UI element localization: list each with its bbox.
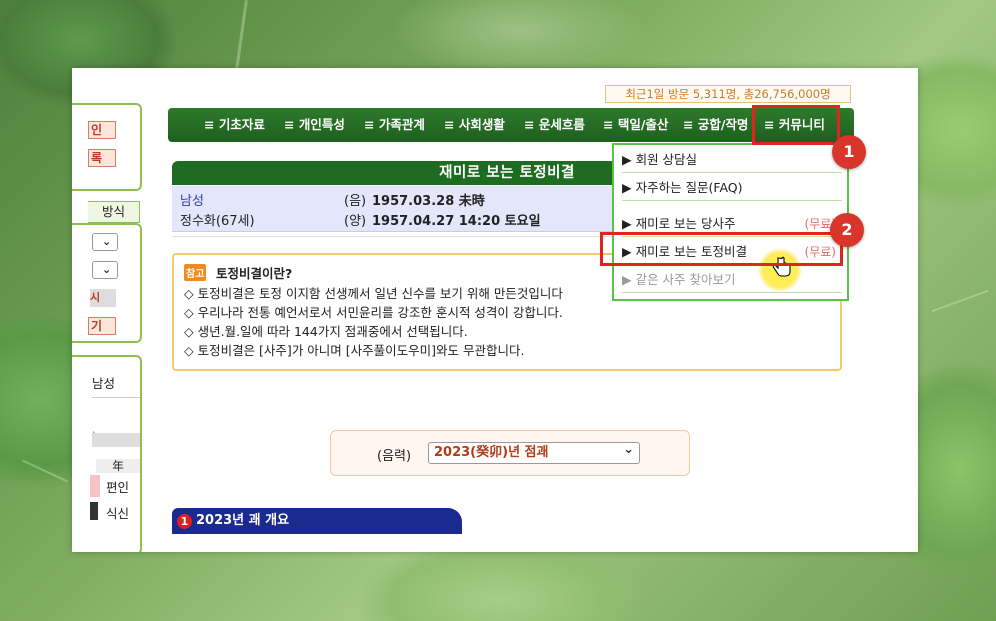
nav-compatibility[interactable]: ≡ 궁합/작명 [683, 108, 748, 142]
sidebar-saju-box: 남성 ) 年 편인 식신 [72, 355, 142, 552]
nav-family[interactable]: ≡ 가족관계 [364, 108, 425, 142]
menu-item-same-saju[interactable]: ▶ 같은 사주 찾아보기 [622, 267, 842, 293]
sidebar-dark-cell [90, 502, 98, 520]
solar-prefix: (양) [344, 214, 367, 229]
nav-basic-data[interactable]: ≡ 기초자료 [204, 108, 265, 142]
year-select[interactable]: 2023(癸卯)년 점괘 ⌄ [428, 442, 640, 464]
sidebar-red-button[interactable]: 시 [90, 289, 116, 307]
chevron-down-icon: ⌄ [102, 263, 112, 276]
sidebar-options-box: 1 ⌄ 2 ⌄ 시 기 [72, 223, 142, 343]
sidebar-button-1[interactable]: 인 [88, 121, 116, 139]
notice-badge: 참고 [184, 264, 207, 281]
nav-social-life[interactable]: ≡ 사회생활 [444, 108, 505, 142]
chevron-down-icon: ⌄ [623, 442, 634, 457]
background-leaf-vein [235, 0, 248, 70]
person-name-age: 정수화(67세) [180, 214, 255, 229]
step-badge-2: 2 [830, 213, 864, 247]
sidebar-open-button[interactable]: 기 [88, 317, 116, 335]
notice-line-2: ◇ 우리나라 전통 예언서로서 서민윤리를 강조한 훈시적 성격이 강합니다. [184, 305, 563, 320]
sidebar-gender: 남성 [92, 376, 116, 391]
notice-line-3: ◇ 생년.월.일에 따라 144가지 점괘중에서 선택됩니다. [184, 324, 468, 339]
person-gender: 남성 [180, 194, 204, 209]
menu-item-faq[interactable]: ▶ 자주하는 질문(FAQ) [622, 175, 842, 201]
sidebar-pink-cell [90, 475, 100, 497]
menu-item-label: ▶ 회원 상담실 [622, 152, 698, 167]
lunar-date: 1957.03.28 未時 [372, 194, 485, 209]
section-title: 2023년 괘 개요 [196, 513, 290, 528]
year-select-value: 2023(癸卯)년 점괘 [434, 445, 549, 460]
page-title: 재미로 보는 토정비결 [172, 161, 622, 185]
menu-item-label: ▶ 같은 사주 찾아보기 [622, 272, 736, 287]
highlight-community [752, 105, 840, 145]
nav-fortune-flow[interactable]: ≡ 운세흐름 [524, 108, 585, 142]
menu-item-label: ▶ 재미로 보는 당사주 [622, 216, 736, 231]
sidebar-login-box: 인 록 [72, 103, 142, 191]
chevron-down-icon: ⌄ [102, 235, 112, 248]
calendar-label: (음력) [377, 449, 412, 464]
sidebar-ten-god-2: 식신 [106, 506, 130, 521]
visitor-counter: 최근1일 방문 5,311명, 총26,756,000명 [605, 85, 851, 103]
notice-heading: 토정비결이란? [216, 266, 293, 281]
highlight-tojeong [600, 232, 843, 266]
notice-line-4: ◇ 토정비결은 [사주]가 아니며 [사주풀이도우미]와도 무관합니다. [184, 343, 525, 358]
sidebar-method-tab[interactable]: 방식 [88, 201, 140, 223]
solar-date: 1957.04.27 14:20 토요일 [372, 214, 541, 229]
sidebar-button-2[interactable]: 록 [88, 149, 116, 167]
section-number: 1 [177, 514, 192, 529]
sidebar-gray-bar [92, 433, 140, 447]
lunar-prefix: (음) [344, 194, 367, 209]
community-dropdown: ▶ 회원 상담실 ▶ 자주하는 질문(FAQ) ▶ 재미로 보는 당사주 (무료… [612, 143, 849, 301]
sidebar-divider [92, 397, 140, 398]
nav-personal-traits[interactable]: ≡ 개인특성 [284, 108, 345, 142]
year-selector-box: (음력) 2023(癸卯)년 점괘 ⌄ [330, 430, 690, 476]
step-badge-1: 1 [832, 135, 866, 169]
menu-item-counsel[interactable]: ▶ 회원 상담실 [622, 147, 842, 173]
sidebar-year-label: 年 [96, 459, 140, 473]
menu-item-label: ▶ 자주하는 질문(FAQ) [622, 180, 743, 195]
nav-date-birth[interactable]: ≡ 택일/출산 [603, 108, 668, 142]
background-leaf-vein [21, 459, 69, 483]
browser-screenshot: 인 록 방식 1 ⌄ 2 ⌄ 시 기 남성 ) 年 편인 식신 최근1일 방문 … [72, 68, 918, 552]
background-leaf-vein [931, 289, 989, 313]
notice-line-1: ◇ 토정비결은 토정 이지함 선생께서 일년 신수를 보기 위해 만든것입니다 [184, 286, 563, 301]
sidebar-ten-god-1: 편인 [106, 480, 130, 495]
section-header: 1 2023년 괘 개요 [172, 508, 462, 534]
